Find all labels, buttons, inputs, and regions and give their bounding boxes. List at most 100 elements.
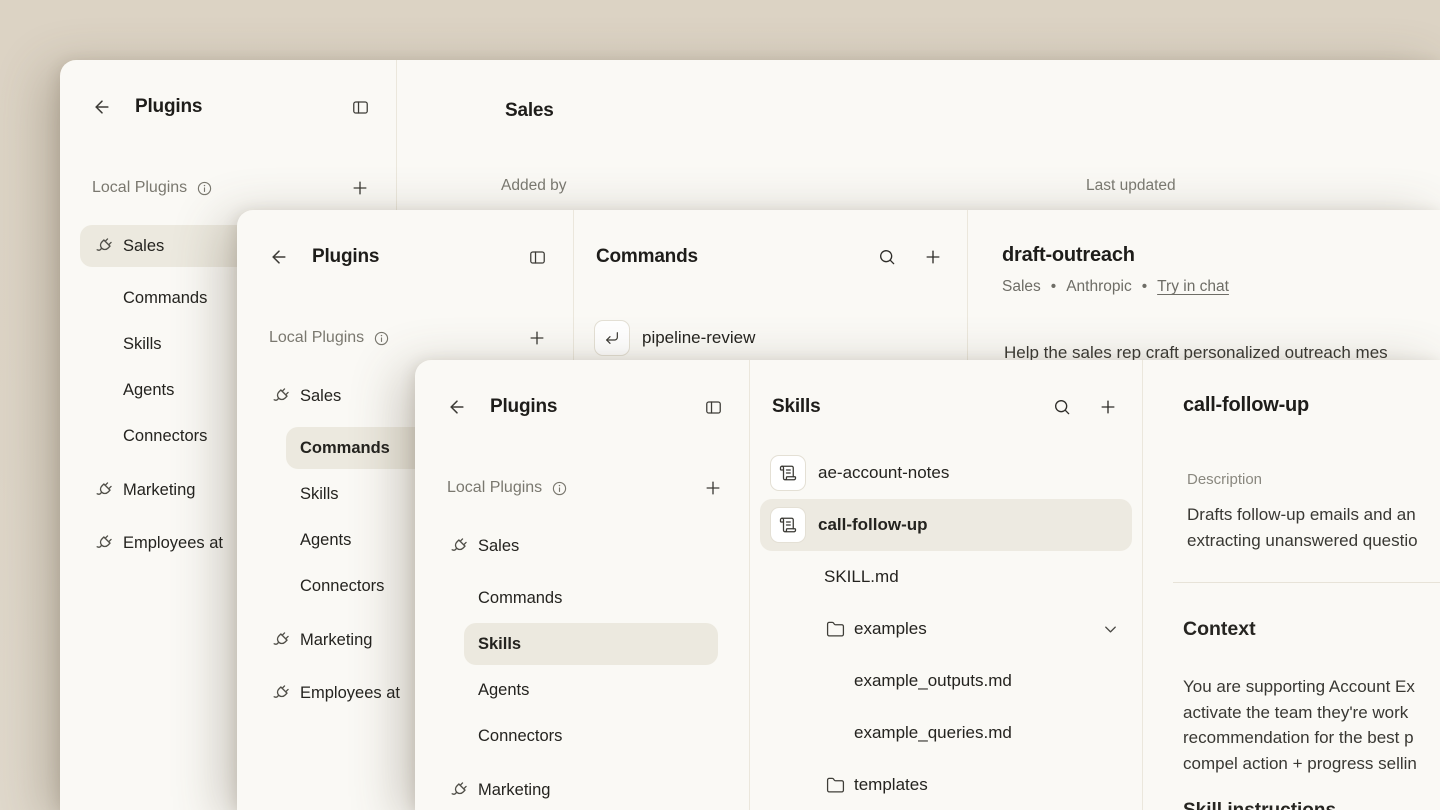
sidebar-item-label: Marketing	[123, 481, 195, 500]
description-label: Description	[1187, 471, 1262, 488]
meta-separator: •	[1142, 278, 1147, 296]
skill-item-label: ae-account-notes	[818, 463, 949, 483]
sidebar-item-label: Agents	[478, 681, 529, 700]
try-in-chat-link[interactable]: Try in chat	[1157, 278, 1229, 296]
sidebar-item-label: Skills	[478, 635, 521, 654]
column-header-added-by: Added by	[501, 177, 567, 195]
sidebar-toggle-icon[interactable]	[704, 398, 723, 417]
context-line: compel action + progress sellin	[1183, 751, 1417, 777]
sidebar-header: Plugins	[415, 360, 749, 418]
command-item-label: pipeline-review	[642, 328, 755, 348]
local-plugins-label: Local Plugins	[92, 179, 187, 197]
app-background: Plugins Local Plugins	[0, 0, 1440, 810]
sidebar-item-label: Marketing	[300, 631, 372, 650]
sidebar-item-label: Connectors	[478, 727, 562, 746]
back-button[interactable]	[269, 247, 289, 267]
folder-icon	[826, 620, 845, 639]
file-item-label: example_queries.md	[854, 723, 1012, 743]
skill-item-label: call-follow-up	[818, 515, 928, 535]
add-plugin-button[interactable]	[350, 178, 370, 198]
sidebar-item-marketing[interactable]: Marketing	[415, 767, 749, 810]
plugins-nav: Sales Commands Skills Agents Connectors …	[415, 523, 749, 810]
chevron-down-icon[interactable]	[1101, 620, 1120, 639]
scroll-icon	[770, 455, 806, 491]
plug-icon	[271, 386, 291, 406]
commands-list: pipeline-review	[574, 312, 967, 364]
sidebar-item-skills[interactable]: Skills	[415, 621, 749, 667]
back-button[interactable]	[92, 97, 112, 117]
context-line: You are supporting Account Ex	[1183, 674, 1417, 700]
detail-title: draft-outreach	[1002, 244, 1135, 267]
sidebar-item-label: Connectors	[300, 577, 384, 596]
sidebar-item-agents[interactable]: Agents	[415, 667, 749, 713]
description-line: Drafts follow-up emails and an	[1187, 502, 1418, 528]
search-icon[interactable]	[877, 247, 897, 267]
folder-item-label: templates	[854, 775, 928, 795]
search-icon[interactable]	[1052, 397, 1072, 417]
sidebar-item-label: Commands	[300, 439, 390, 458]
plug-icon	[94, 480, 114, 500]
page-title: Plugins	[312, 246, 379, 268]
skills-list: ae-account-notes call-follow-up SKILL.md…	[750, 447, 1142, 810]
sidebar-item-connectors[interactable]: Connectors	[415, 713, 749, 759]
skill-item-call-follow-up[interactable]: call-follow-up	[760, 499, 1132, 551]
add-plugin-button[interactable]	[527, 328, 547, 348]
sidebar-item-label: Marketing	[478, 781, 550, 800]
skill-item-ae-account-notes[interactable]: ae-account-notes	[760, 447, 1132, 499]
sidebar-item-label: Employees at	[123, 534, 223, 553]
sidebar-item-label: Agents	[123, 381, 174, 400]
local-plugins-section: Local Plugins	[415, 477, 749, 499]
context-text: You are supporting Account Ex activate t…	[1183, 674, 1417, 776]
meta-plugin: Sales	[1002, 278, 1041, 296]
info-icon[interactable]	[196, 180, 213, 197]
sidebar-item-label: Agents	[300, 531, 351, 550]
sidebar-item-label: Skills	[300, 485, 339, 504]
context-line: activate the team they're work	[1183, 700, 1417, 726]
folder-icon	[826, 776, 845, 795]
sidebar-item-label: Commands	[478, 589, 562, 608]
command-item-pipeline-review[interactable]: pipeline-review	[584, 312, 957, 364]
local-plugins-label: Local Plugins	[269, 329, 364, 347]
plug-icon	[271, 683, 291, 703]
sidebar-item-label: Commands	[123, 289, 207, 308]
meta-separator: •	[1051, 278, 1056, 296]
plugins-window-3: Plugins Local Plugins	[415, 360, 1440, 810]
plugin-title: Sales	[505, 100, 554, 122]
add-command-button[interactable]	[923, 247, 943, 267]
description-line: extracting unanswered questio	[1187, 528, 1418, 554]
sidebar-item-commands[interactable]: Commands	[415, 575, 749, 621]
file-item-example-queries[interactable]: example_queries.md	[760, 707, 1132, 759]
scroll-icon	[770, 507, 806, 543]
detail-title: call-follow-up	[1183, 394, 1309, 417]
file-item-skill-md[interactable]: SKILL.md	[760, 551, 1132, 603]
back-button[interactable]	[447, 397, 467, 417]
folder-item-examples[interactable]: examples	[760, 603, 1132, 655]
sidebar-toggle-icon[interactable]	[351, 98, 370, 117]
column-header-last-updated: Last updated	[1086, 177, 1176, 195]
sidebar-toggle-icon[interactable]	[528, 248, 547, 267]
section-divider	[1173, 582, 1440, 583]
detail-meta: Sales • Anthropic • Try in chat	[1002, 278, 1229, 296]
sidebar-header: Plugins	[60, 60, 396, 118]
skills-panel-header: Skills	[750, 360, 1142, 418]
file-item-label: SKILL.md	[824, 567, 899, 587]
sidebar-item-sales[interactable]: Sales	[415, 523, 749, 569]
sidebar-item-label: Skills	[123, 335, 162, 354]
file-item-example-outputs[interactable]: example_outputs.md	[760, 655, 1132, 707]
add-plugin-button[interactable]	[703, 478, 723, 498]
skill-detail-panel: call-follow-up Description Drafts follow…	[1143, 360, 1440, 810]
local-plugins-section: Local Plugins	[237, 327, 573, 349]
panel-title: Skills	[772, 396, 820, 418]
sidebar-item-label: Employees at	[300, 684, 400, 703]
sidebar-header: Plugins	[237, 210, 573, 268]
folder-item-label: examples	[854, 619, 927, 639]
skill-instructions-heading: Skill instructions	[1183, 800, 1336, 810]
plug-icon	[449, 536, 469, 556]
plug-icon	[449, 780, 469, 800]
info-icon[interactable]	[551, 480, 568, 497]
folder-item-templates[interactable]: templates	[760, 759, 1132, 810]
context-line: recommendation for the best p	[1183, 725, 1417, 751]
commands-panel-header: Commands	[574, 210, 967, 268]
info-icon[interactable]	[373, 330, 390, 347]
add-skill-button[interactable]	[1098, 397, 1118, 417]
